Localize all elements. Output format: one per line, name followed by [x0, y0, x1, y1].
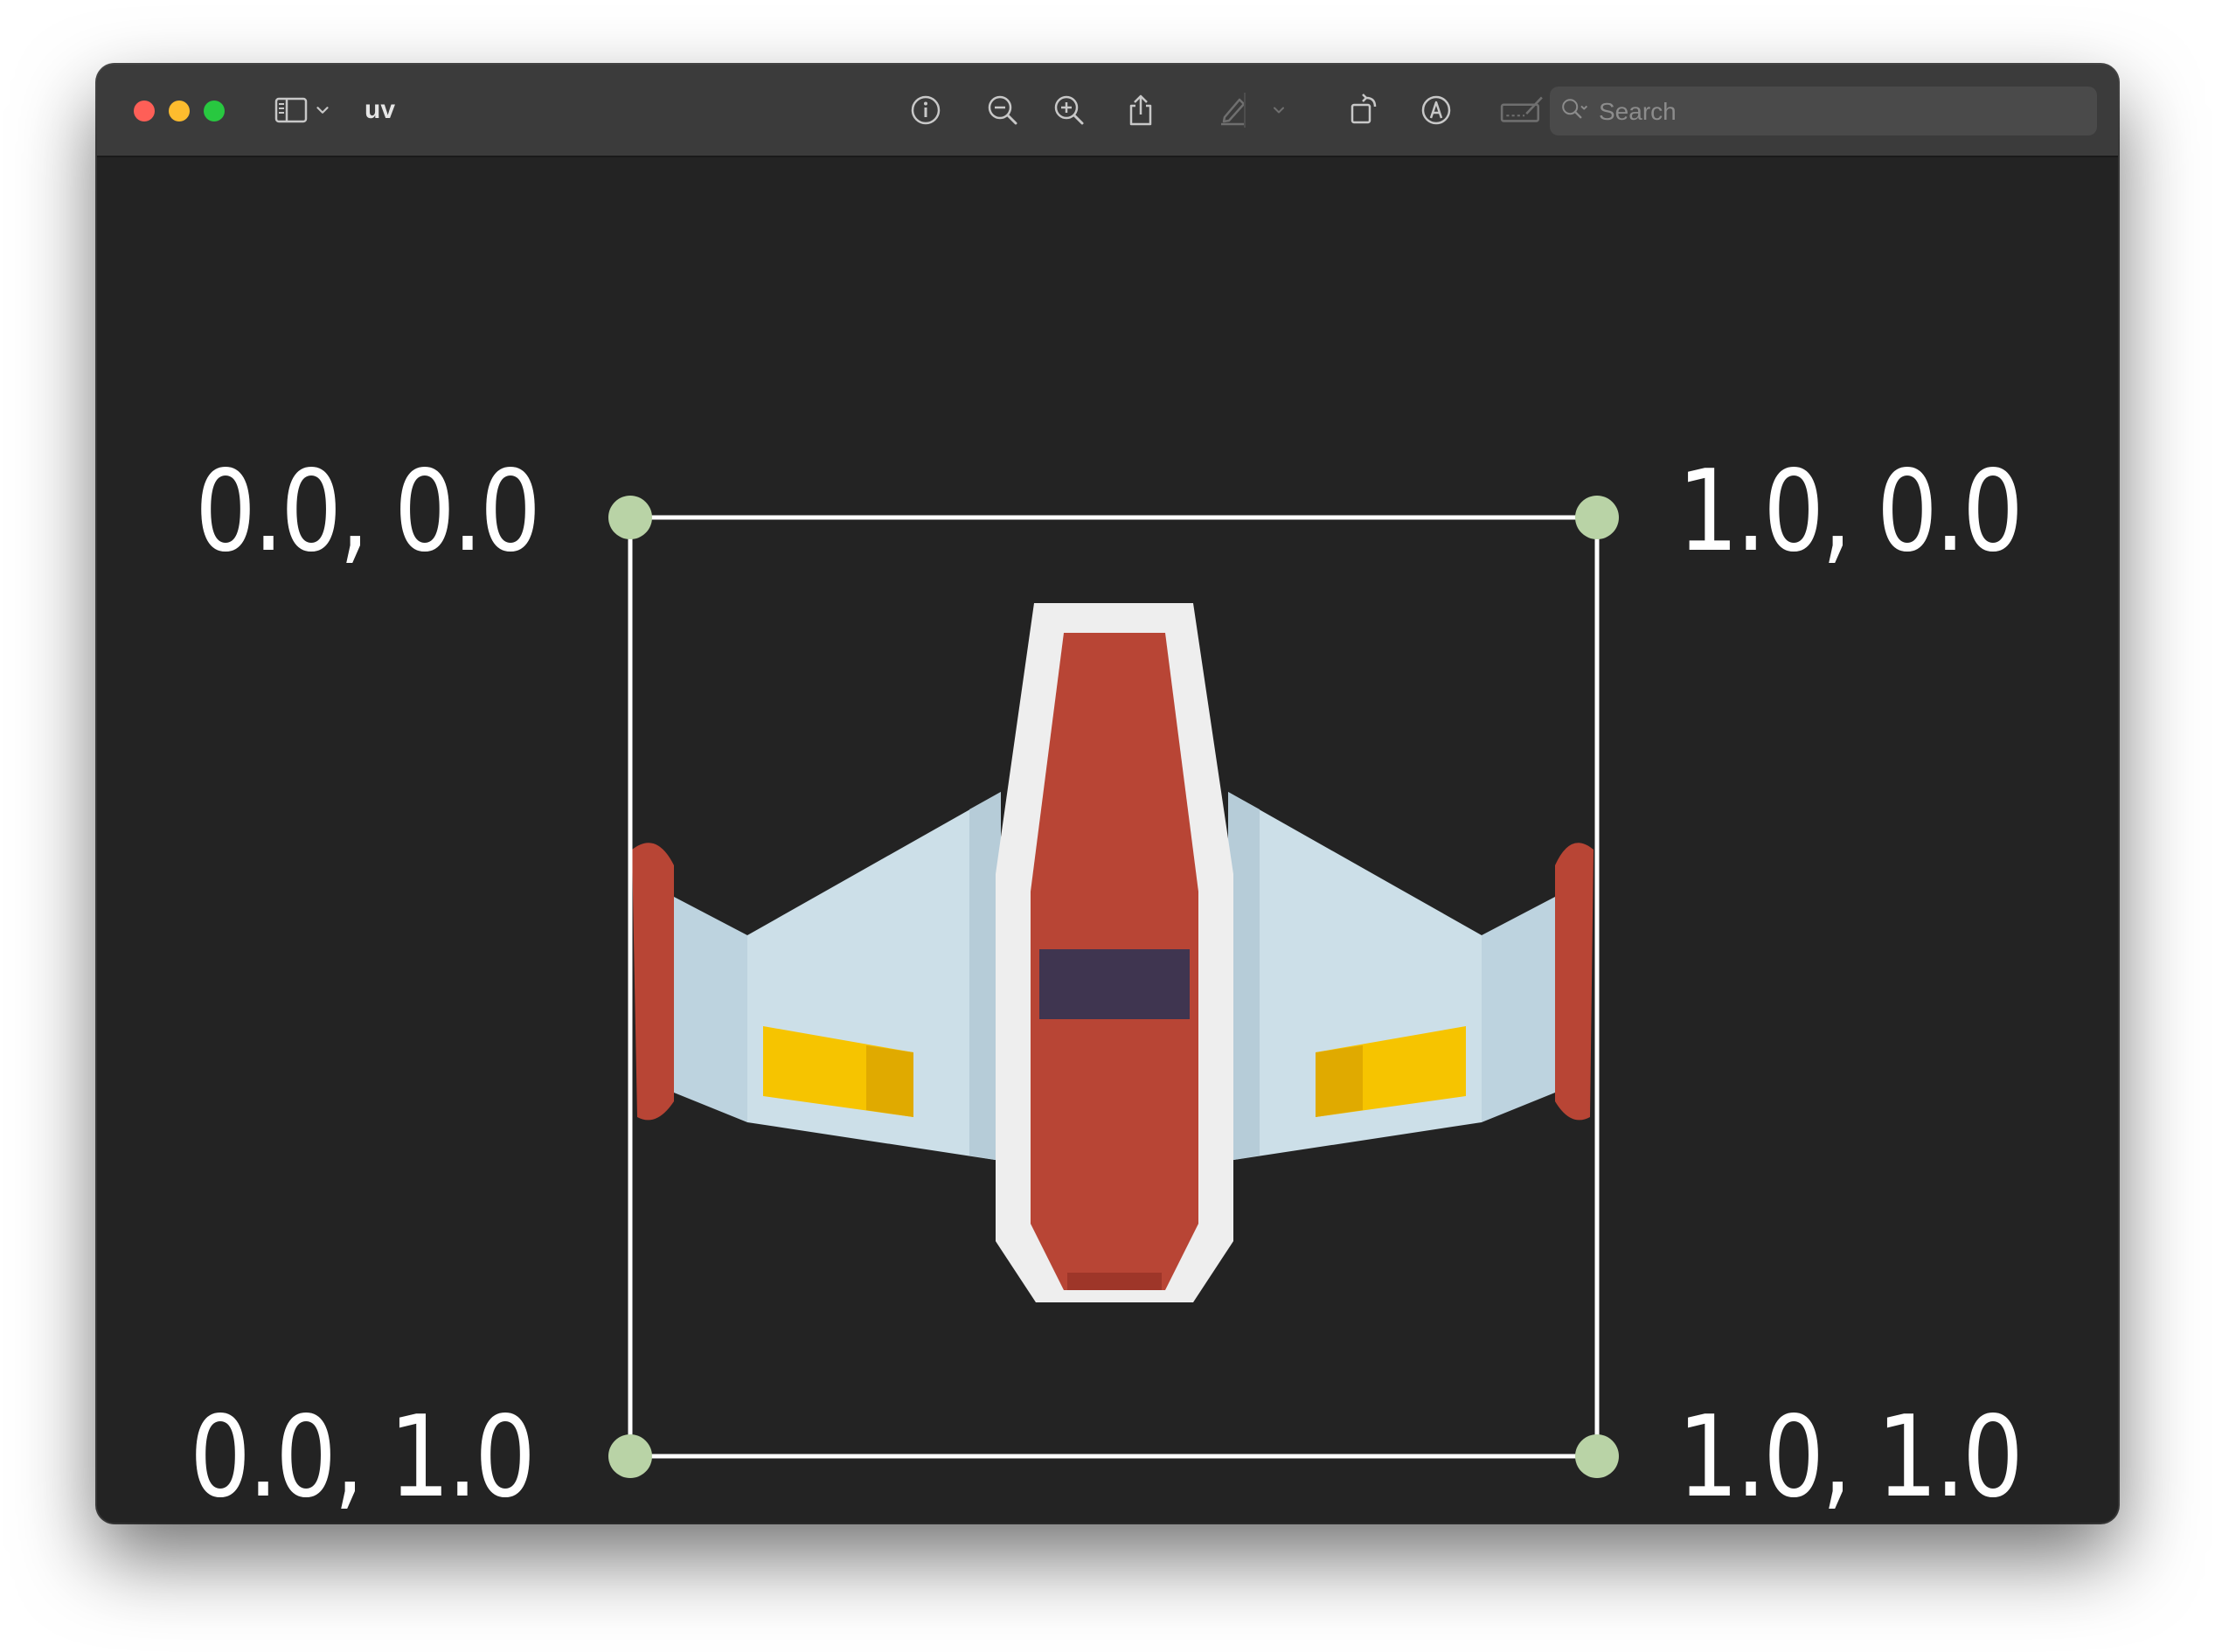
- corner-dot-top-right: [1575, 496, 1619, 539]
- signature-button[interactable]: [1494, 86, 1550, 135]
- uv-diagram: [608, 496, 1619, 1478]
- right-wing-tip: [1482, 897, 1555, 1122]
- markup-icon: [1421, 95, 1451, 125]
- left-wing-tip: [674, 897, 747, 1122]
- chevron-down-icon: [316, 107, 329, 114]
- corner-label-bottom-left: 0.0, 1.0: [190, 1392, 536, 1523]
- rotate-button[interactable]: [1340, 86, 1389, 135]
- cockpit-window: [1039, 949, 1190, 1019]
- info-icon: [911, 95, 941, 125]
- highlight-options-button[interactable]: [1263, 86, 1295, 135]
- toolbar-divider: [1244, 93, 1246, 128]
- corner-dot-top-left: [608, 496, 652, 539]
- share-icon: [1129, 94, 1152, 126]
- spaceship-sprite: [632, 603, 1594, 1302]
- highlight-button[interactable]: [1209, 86, 1258, 135]
- right-thruster-shade: [1316, 1045, 1363, 1117]
- zoom-window-button[interactable]: [204, 101, 225, 121]
- corner-label-bottom-right: 1.0, 1.0: [1677, 1392, 2024, 1523]
- search-input[interactable]: [1597, 87, 2090, 137]
- rotate-icon: [1351, 94, 1377, 124]
- image-canvas: 0.0, 0.0 1.0, 0.0 0.0, 1.0 1.0, 1.0: [97, 157, 2118, 1523]
- chevron-down-icon: [1274, 107, 1284, 114]
- share-button[interactable]: [1116, 86, 1165, 135]
- fuselage-tail: [1067, 1273, 1162, 1290]
- preview-window: uv Search 0.0, 0.0 1.0, 0.0 0.0, 1.0 1.0…: [97, 65, 2118, 1523]
- zoom-out-button[interactable]: [978, 86, 1027, 135]
- right-engine-pod: [1555, 843, 1594, 1121]
- document-title: uv: [365, 95, 396, 124]
- corner-label-top-right: 1.0, 0.0: [1677, 447, 2024, 577]
- highlight-pen-icon: [1221, 98, 1246, 126]
- close-window-button[interactable]: [134, 101, 155, 121]
- markup-button[interactable]: [1412, 86, 1461, 135]
- minimize-window-button[interactable]: [169, 101, 190, 121]
- search-icon: [1562, 99, 1588, 119]
- zoom-in-icon: [1054, 95, 1084, 125]
- sidebar-toggle-icon: [274, 97, 308, 123]
- corner-dot-bottom-left: [608, 1434, 652, 1478]
- left-engine-pod: [632, 843, 674, 1121]
- sidebar-options-button[interactable]: [307, 86, 338, 135]
- signature-icon: [1500, 96, 1543, 122]
- corner-label-top-left: 0.0, 0.0: [195, 447, 541, 577]
- zoom-in-button[interactable]: [1045, 86, 1094, 135]
- search-field[interactable]: [1550, 87, 2097, 137]
- corner-dot-bottom-right: [1575, 1434, 1619, 1478]
- left-thruster-shade: [866, 1045, 913, 1117]
- title-bar: uv: [97, 65, 2118, 157]
- info-button[interactable]: [901, 86, 950, 135]
- zoom-out-icon: [988, 95, 1017, 125]
